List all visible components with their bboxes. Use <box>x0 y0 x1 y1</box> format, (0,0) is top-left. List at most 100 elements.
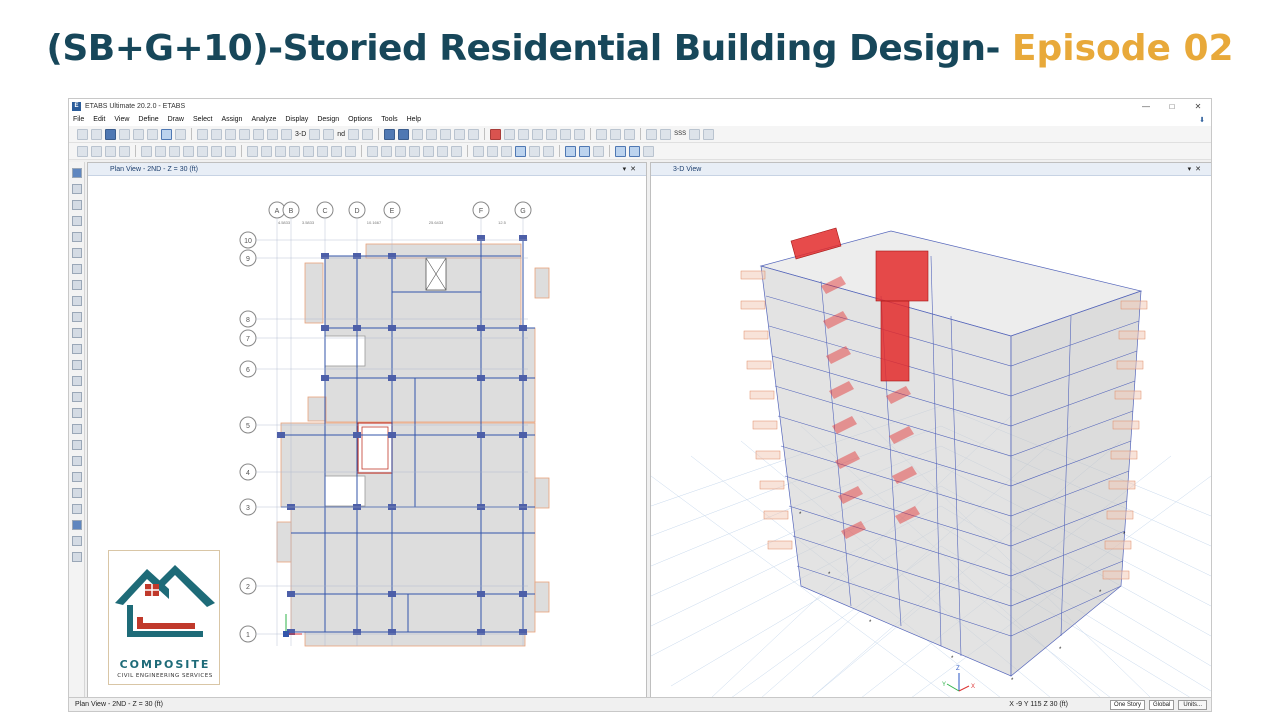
menu-analyze[interactable]: Analyze <box>251 116 276 123</box>
draw-column-button[interactable] <box>629 145 640 157</box>
set-display-button[interactable] <box>412 128 424 140</box>
extrude-button[interactable] <box>225 145 236 157</box>
undeformed-shape-button[interactable] <box>468 128 480 140</box>
assign-load-button[interactable] <box>289 145 300 157</box>
draw-dimension-icon[interactable] <box>72 360 82 370</box>
display-shell-button[interactable] <box>560 128 572 140</box>
menu-select[interactable]: Select <box>193 116 212 123</box>
elevation-view-button[interactable] <box>323 128 335 140</box>
merge-button[interactable] <box>155 145 166 157</box>
view-nd-button[interactable]: nd <box>337 131 345 138</box>
rubber-band-button[interactable] <box>281 128 292 140</box>
select-all-button[interactable] <box>367 145 378 157</box>
assign-diaphragm-button[interactable] <box>303 145 314 157</box>
save-button[interactable] <box>105 128 116 140</box>
coord-system-select[interactable]: Global <box>1148 699 1175 710</box>
assign-spandrel-button[interactable] <box>331 145 342 157</box>
reshape-icon[interactable] <box>72 184 82 194</box>
menu-file[interactable]: File <box>73 116 84 123</box>
deformed-shape-button[interactable] <box>490 128 502 140</box>
select-story-button[interactable] <box>451 145 462 157</box>
menu-display[interactable]: Display <box>285 116 308 123</box>
plan-view-button[interactable] <box>309 128 321 140</box>
select-group-button[interactable] <box>437 145 448 157</box>
run-button[interactable] <box>175 128 186 140</box>
replicate-button[interactable] <box>141 145 152 157</box>
draw-line-icon[interactable] <box>72 200 82 210</box>
draw-design-strip-icon[interactable] <box>72 536 82 546</box>
draw-ramp-icon[interactable] <box>72 392 82 402</box>
snap-ends-button[interactable] <box>487 145 498 157</box>
assign-pier-button[interactable] <box>317 145 328 157</box>
minimize-icon[interactable]: — <box>1133 102 1159 111</box>
pane-controls[interactable]: ▾✕ <box>623 165 640 173</box>
close-icon[interactable]: ✕ <box>1185 102 1211 111</box>
plan-view-tab[interactable]: Plan View - 2ND - Z = 30 (ft) ▾✕ <box>88 163 646 176</box>
refresh-button[interactable] <box>147 128 158 140</box>
undo-button[interactable] <box>119 128 130 140</box>
select-intersect-button[interactable] <box>409 145 420 157</box>
draw-column-icon[interactable] <box>72 232 82 242</box>
story-response-button[interactable] <box>610 128 622 140</box>
redo-button[interactable] <box>133 128 144 140</box>
assign-joint-button[interactable] <box>275 145 286 157</box>
object-shrink-button[interactable] <box>426 128 438 140</box>
assign-frame-button[interactable] <box>247 145 258 157</box>
menu-edit[interactable]: Edit <box>93 116 105 123</box>
draw-beam-button[interactable] <box>615 145 626 157</box>
select-property-button[interactable] <box>423 145 434 157</box>
draw-strip-icon[interactable] <box>72 472 82 482</box>
design-slab-button[interactable] <box>660 128 672 140</box>
pan-button[interactable] <box>267 128 278 140</box>
download-icon[interactable]: ⬇ <box>1199 116 1205 124</box>
draw-rebar-icon[interactable] <box>72 424 82 434</box>
menu-design[interactable]: Design <box>317 116 339 123</box>
assign-restraint-button[interactable] <box>345 145 356 157</box>
divide-button[interactable] <box>169 145 180 157</box>
zoom-prev-button[interactable] <box>225 128 236 140</box>
set-building-view-button[interactable] <box>440 128 452 140</box>
draw-floor-icon[interactable] <box>72 280 82 290</box>
delete-button[interactable] <box>119 145 130 157</box>
zoom-extent-button[interactable] <box>211 128 222 140</box>
design-concrete-button[interactable] <box>646 128 658 140</box>
similar-stories-button[interactable] <box>565 145 576 157</box>
snap-intersection-button[interactable] <box>529 145 540 157</box>
rotate-button[interactable] <box>348 128 360 140</box>
move-button[interactable] <box>211 145 222 157</box>
move-down-button[interactable] <box>398 128 410 140</box>
pointer-icon[interactable] <box>72 168 82 178</box>
reactions-button[interactable] <box>532 128 544 140</box>
line-style-dropdown[interactable] <box>703 128 715 140</box>
open-button[interactable] <box>91 128 102 140</box>
draw-beam-icon[interactable] <box>72 216 82 226</box>
clear-selection-button[interactable] <box>395 145 406 157</box>
snap-lines-button[interactable] <box>543 145 554 157</box>
draw-area-icon[interactable] <box>72 312 82 322</box>
design-steel-button[interactable] <box>624 128 636 140</box>
zoom-window-button[interactable] <box>197 128 208 140</box>
perspective-button[interactable] <box>362 128 374 140</box>
3d-view-tab[interactable]: 3-D View ▾✕ <box>651 163 1211 176</box>
draw-brace-button[interactable] <box>643 145 654 157</box>
one-story-button[interactable] <box>593 145 604 157</box>
new-model-button[interactable] <box>77 128 88 140</box>
zoom-out-button[interactable] <box>253 128 264 140</box>
align-button[interactable] <box>197 145 208 157</box>
join-button[interactable] <box>183 145 194 157</box>
copy-button[interactable] <box>91 145 102 157</box>
brush-button[interactable] <box>77 145 88 157</box>
draw-null-icon[interactable] <box>72 552 82 562</box>
3d-view-pane[interactable]: 3-D View ▾✕ * * * * * * * * Y X Z <box>650 162 1211 699</box>
paste-button[interactable] <box>105 145 116 157</box>
show-tables-button[interactable] <box>454 128 466 140</box>
menu-tools[interactable]: Tools <box>381 116 397 123</box>
draw-links-icon[interactable] <box>72 440 82 450</box>
draw-reference-icon[interactable] <box>72 504 82 514</box>
maximize-icon[interactable]: □ <box>1159 102 1185 111</box>
stress-button[interactable] <box>518 128 530 140</box>
view-3d-button[interactable]: 3-D <box>295 131 306 138</box>
menu-draw[interactable]: Draw <box>168 116 184 123</box>
units-button[interactable]: Units... <box>1178 699 1207 710</box>
display-tendon-button[interactable] <box>574 128 586 140</box>
